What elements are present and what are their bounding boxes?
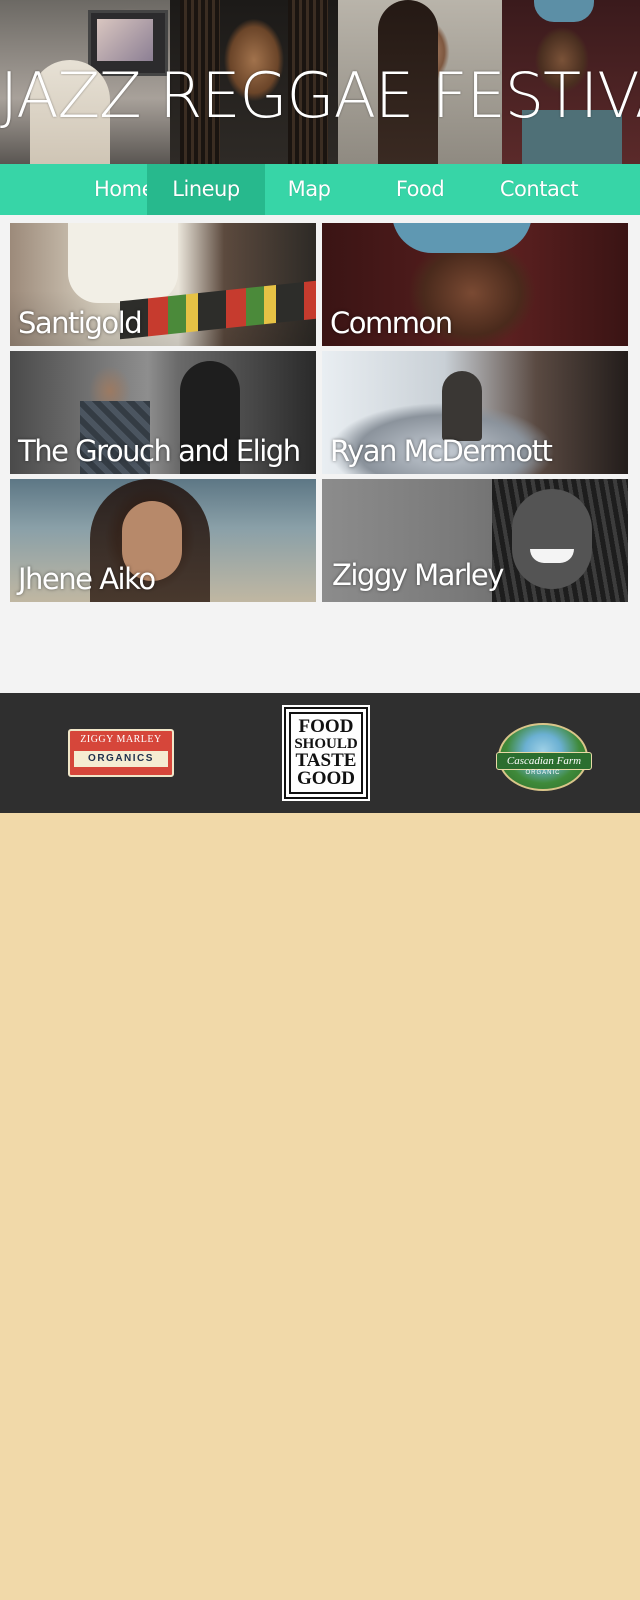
artist-tile-ryan-mcdermott[interactable]: Ryan McDermott [322, 351, 628, 474]
site-title: JAZZ REGGAE FESTIVAL [0, 59, 640, 132]
header-banner: JAZZ REGGAE FESTIVAL [0, 0, 640, 164]
logo-text: Cascadian Farm [496, 752, 592, 770]
logo-text: GOOD [296, 768, 356, 789]
main-nav: Home Lineup Map Food Contact [0, 164, 640, 215]
logo-text: FOOD [298, 716, 354, 737]
sponsors-bar: ZIGGY MARLEY ORGANICS FOOD SHOULD TASTE … [0, 693, 640, 813]
nav-item-contact[interactable]: Contact [470, 164, 608, 215]
page-background [0, 813, 640, 1600]
artist-name: Common [330, 306, 453, 340]
artist-tile-jhene-aiko[interactable]: Jhene Aiko [10, 479, 316, 602]
artist-tile-santigold[interactable]: Santigold [10, 223, 316, 346]
artist-name: Jhene Aiko [18, 562, 156, 596]
logo-text: ORGANIC [525, 770, 561, 776]
artist-name: Ziggy Marley [332, 558, 504, 592]
lineup-grid: Santigold Common The Grouch and Eligh Ry… [0, 215, 640, 693]
nav-item-lineup[interactable]: Lineup [147, 164, 265, 215]
artist-name: The Grouch and Eligh [18, 434, 301, 468]
nav-item-food[interactable]: Food [370, 164, 470, 215]
artist-tile-ziggy-marley[interactable]: Ziggy Marley [322, 479, 628, 602]
artist-name: Santigold [18, 306, 143, 340]
logo-text: ZIGGY MARLEY [80, 734, 162, 745]
artist-tile-common[interactable]: Common [322, 223, 628, 346]
artist-tile-the-grouch-and-eligh[interactable]: The Grouch and Eligh [10, 351, 316, 474]
nav-item-map[interactable]: Map [265, 164, 353, 215]
cascadian-farm-logo[interactable]: Cascadian Farm ORGANIC [496, 723, 592, 791]
food-should-taste-good-logo[interactable]: FOOD SHOULD TASTE GOOD [284, 707, 368, 799]
artist-name: Ryan McDermott [330, 434, 553, 468]
ziggy-marley-organics-logo[interactable]: ZIGGY MARLEY ORGANICS [68, 729, 174, 777]
logo-text: ORGANICS [74, 751, 168, 767]
